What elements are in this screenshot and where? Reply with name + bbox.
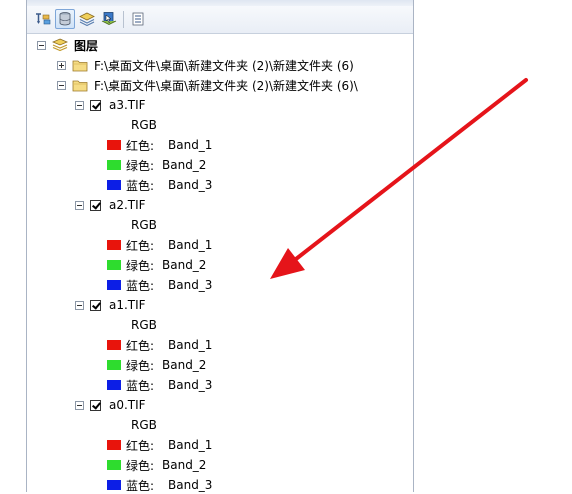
annotation-arrow-shaft	[294, 78, 528, 261]
annotation-arrow-head	[270, 248, 305, 279]
annotation-arrow-layer	[270, 78, 528, 279]
